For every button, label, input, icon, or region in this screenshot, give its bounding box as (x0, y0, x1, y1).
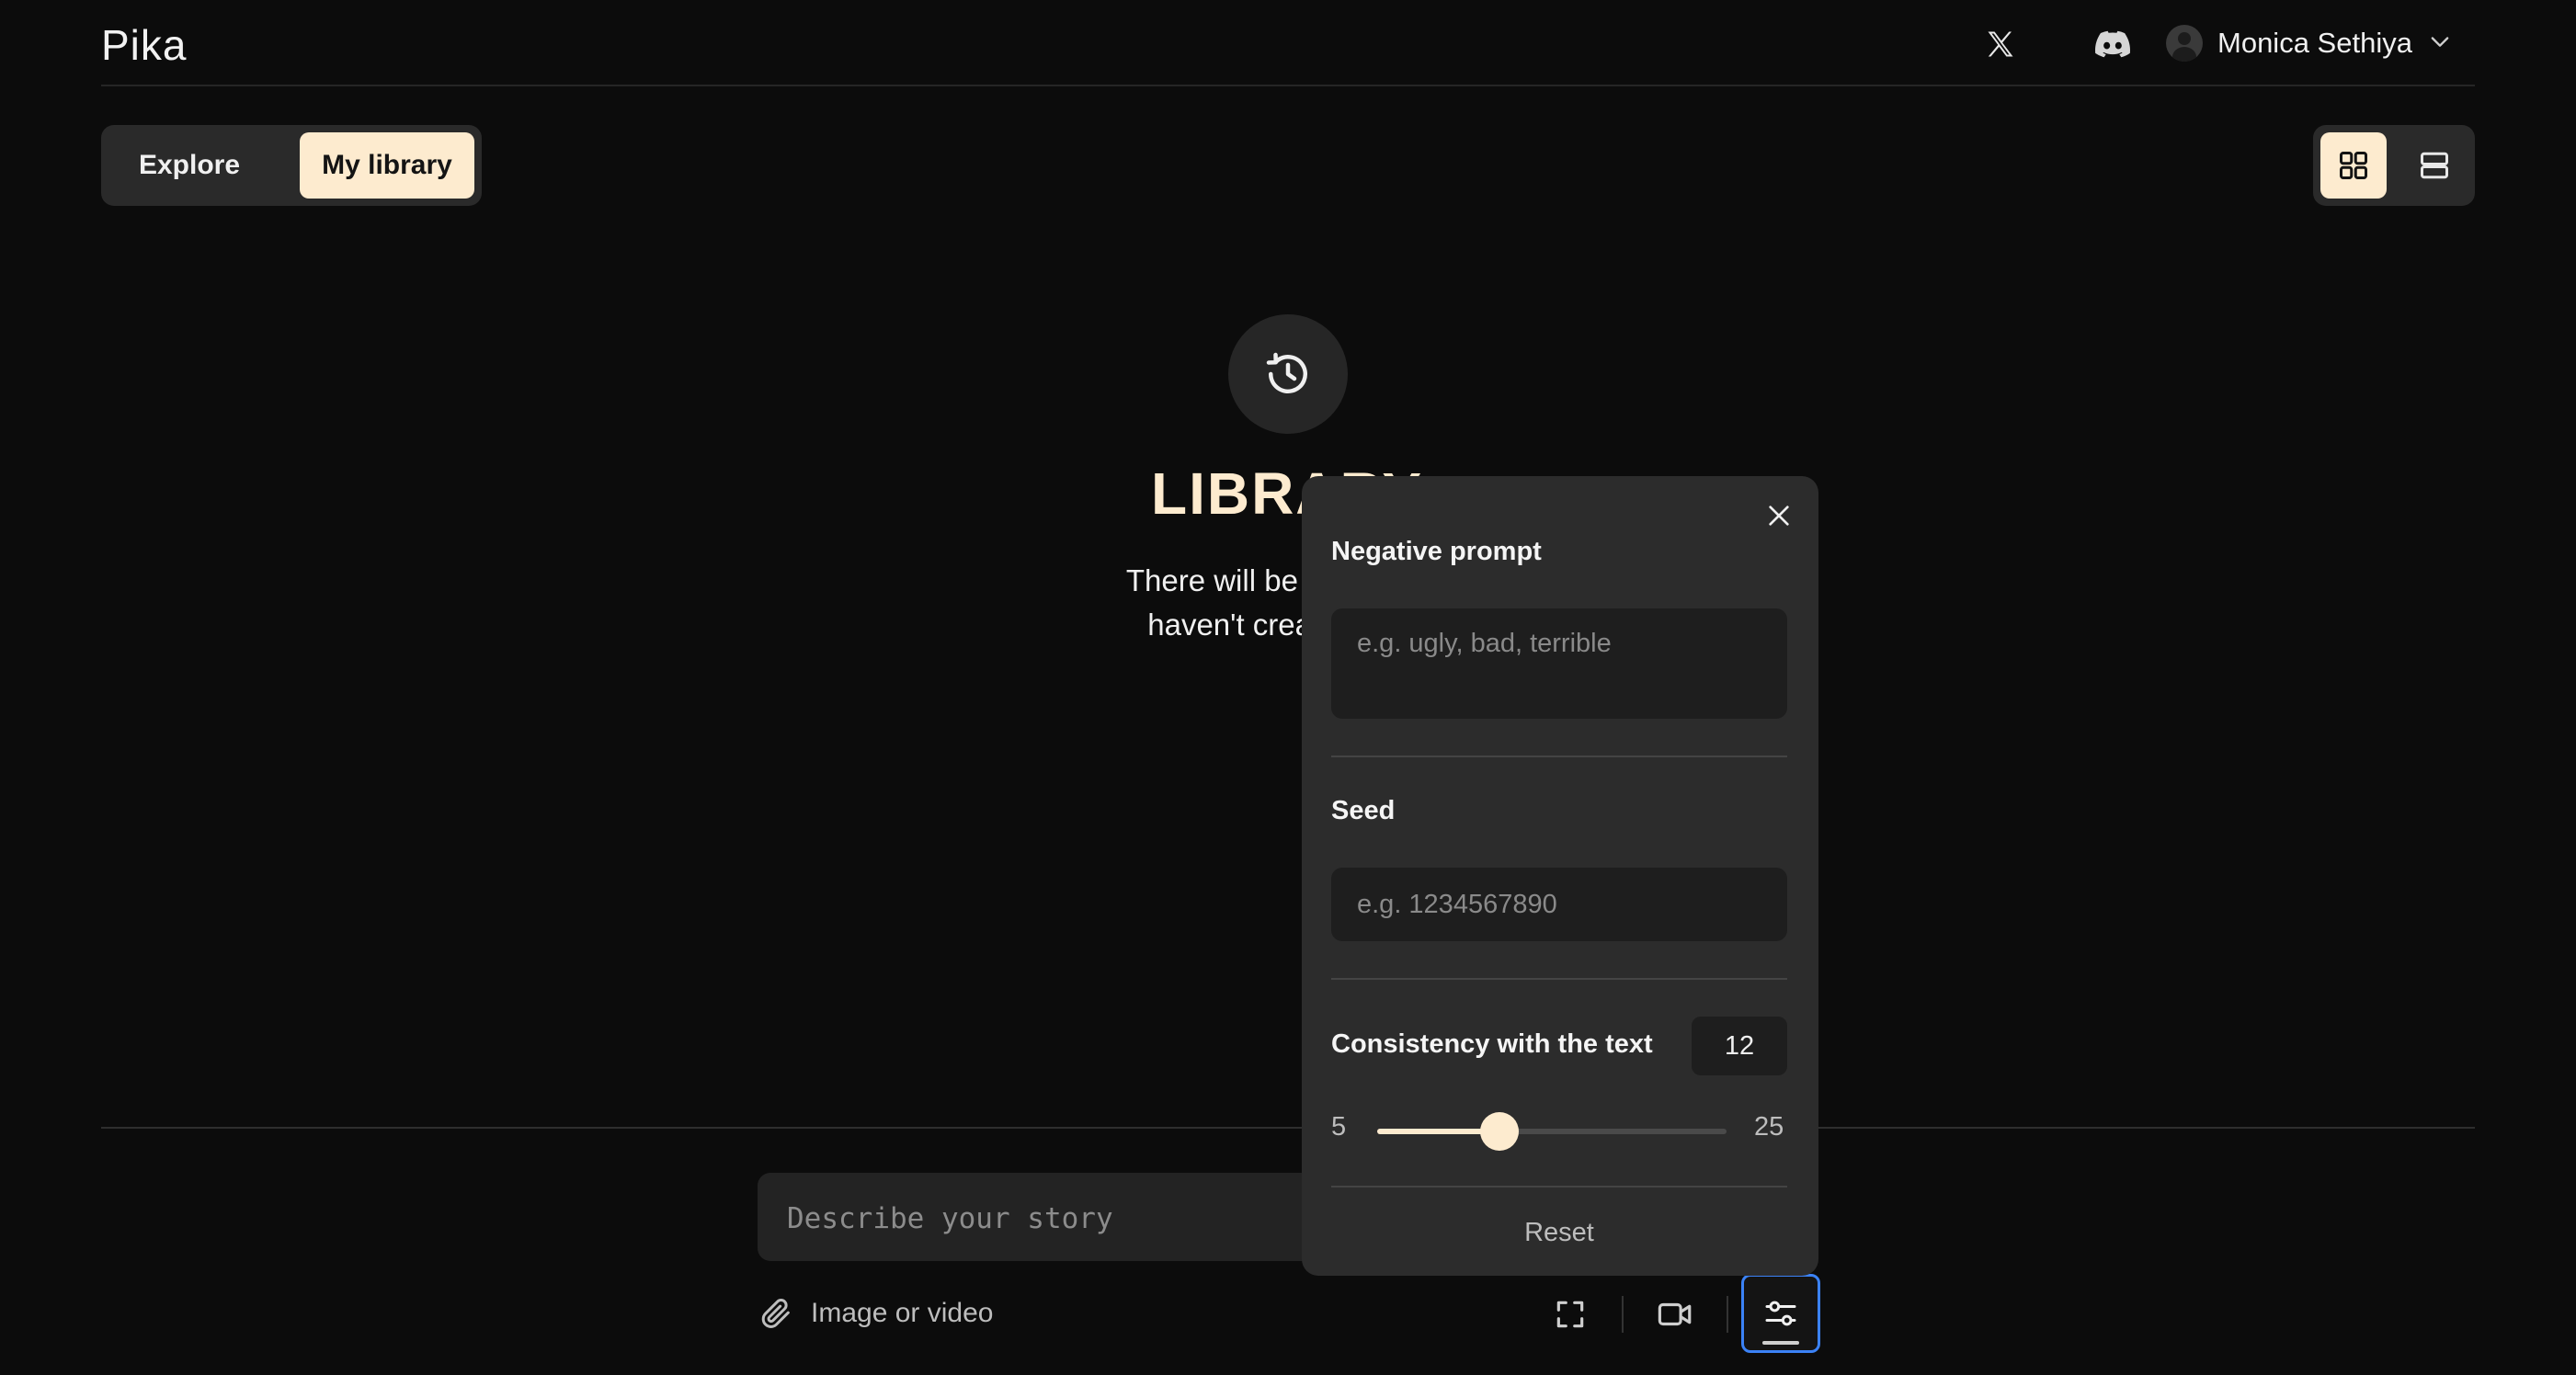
reset-button[interactable]: Reset (1331, 1208, 1787, 1257)
avatar (2166, 25, 2203, 62)
grid-view-icon (2340, 152, 2367, 179)
paperclip-icon (761, 1299, 790, 1328)
history-icon-container (1228, 314, 1348, 434)
settings-button[interactable] (1741, 1274, 1820, 1353)
discord-icon[interactable] (2094, 26, 2131, 62)
attach-media-button[interactable]: Image or video (758, 1290, 993, 1336)
pika-logo[interactable]: Pika (101, 20, 187, 70)
top-header: Pika Monica Sethiya (101, 0, 2475, 86)
x-twitter-icon[interactable] (1982, 26, 2019, 62)
slider-min-label: 5 (1331, 1112, 1347, 1142)
grid-view-button[interactable] (2320, 132, 2387, 199)
close-button[interactable] (1758, 494, 1800, 537)
consistency-slider[interactable] (1377, 1112, 1727, 1151)
chevron-down-icon (2427, 28, 2453, 59)
video-camera-icon (1658, 1302, 1692, 1326)
consistency-label: Consistency with the text (1331, 1029, 1653, 1059)
divider (1331, 1186, 1787, 1188)
view-switch (2313, 125, 2475, 206)
slider-thumb[interactable] (1480, 1112, 1519, 1151)
close-icon (1769, 506, 1789, 526)
user-menu[interactable]: Monica Sethiya (2166, 22, 2453, 64)
negative-prompt-label: Negative prompt (1331, 537, 1542, 566)
tool-separator (1727, 1296, 1728, 1333)
settings-popover: Negative prompt Seed Consistency with th… (1302, 476, 1818, 1276)
seed-label: Seed (1331, 796, 1396, 825)
negative-prompt-input[interactable] (1331, 608, 1787, 719)
history-icon (1266, 352, 1307, 393)
sliders-icon (1765, 1301, 1796, 1326)
tab-explore[interactable]: Explore (108, 132, 270, 199)
tool-separator (1622, 1296, 1624, 1333)
user-name: Monica Sethiya (2217, 27, 2412, 59)
library-tabs: Explore My library (101, 125, 482, 206)
divider (1331, 978, 1787, 980)
content-divider (101, 1127, 2475, 1129)
page: Pika Monica Sethiya Explore My library L… (0, 0, 2576, 1375)
list-view-icon (2421, 152, 2448, 179)
list-view-button[interactable] (2401, 132, 2468, 199)
seed-input[interactable] (1331, 868, 1787, 941)
slider-max-label: 25 (1754, 1112, 1784, 1142)
video-button[interactable] (1640, 1279, 1710, 1349)
frame-corners-icon (1556, 1301, 1584, 1328)
aspect-ratio-button[interactable] (1535, 1279, 1605, 1349)
consistency-value-input[interactable]: 12 (1692, 1017, 1787, 1075)
divider (1331, 756, 1787, 757)
tab-my-library[interactable]: My library (300, 132, 474, 199)
attach-label: Image or video (811, 1298, 994, 1328)
